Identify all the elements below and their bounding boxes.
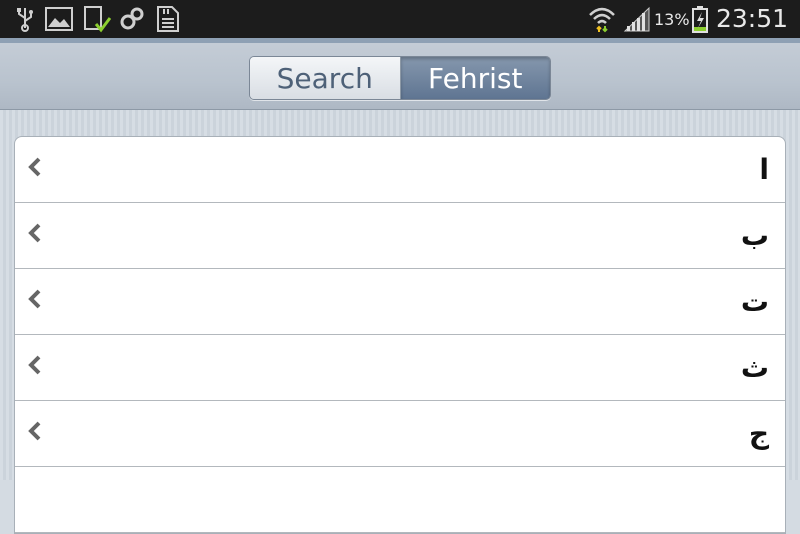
tab-fehrist[interactable]: Fehrist [400, 57, 550, 99]
status-bar: 13% 23:51 [0, 0, 800, 38]
title-bar: Search Fehrist [0, 38, 800, 110]
battery-charging-icon [690, 4, 710, 34]
usb-icon [14, 4, 36, 34]
chevron-left-icon [28, 289, 42, 313]
gallery-icon [44, 4, 74, 34]
list-item-label: ج [748, 417, 769, 450]
list-item[interactable]: ث [15, 335, 785, 401]
download-done-icon [82, 4, 112, 34]
list-item-label: ب [740, 219, 769, 252]
list-item[interactable] [15, 467, 785, 533]
sd-card-icon [154, 4, 182, 34]
list-item[interactable]: ا [15, 137, 785, 203]
chevron-left-icon [28, 355, 42, 379]
list-item-label: ث [740, 351, 769, 384]
sync-icon [118, 4, 146, 34]
battery-percent: 13% [654, 10, 690, 29]
clock: 23:51 [716, 4, 789, 33]
wifi-icon [588, 4, 616, 34]
content-area: ا ب ت ث ج [0, 110, 800, 534]
list-item-label: ت [740, 285, 769, 318]
list-item[interactable]: ج [15, 401, 785, 467]
list-item-label: ا [759, 153, 769, 186]
list-item[interactable]: ت [15, 269, 785, 335]
tab-switcher: Search Fehrist [249, 56, 551, 100]
letter-list: ا ب ت ث ج [14, 136, 786, 534]
chevron-left-icon [28, 223, 42, 247]
chevron-left-icon [28, 421, 42, 445]
chevron-left-icon [28, 157, 42, 181]
list-item[interactable]: ب [15, 203, 785, 269]
tab-search[interactable]: Search [250, 57, 401, 99]
signal-icon [622, 4, 652, 34]
